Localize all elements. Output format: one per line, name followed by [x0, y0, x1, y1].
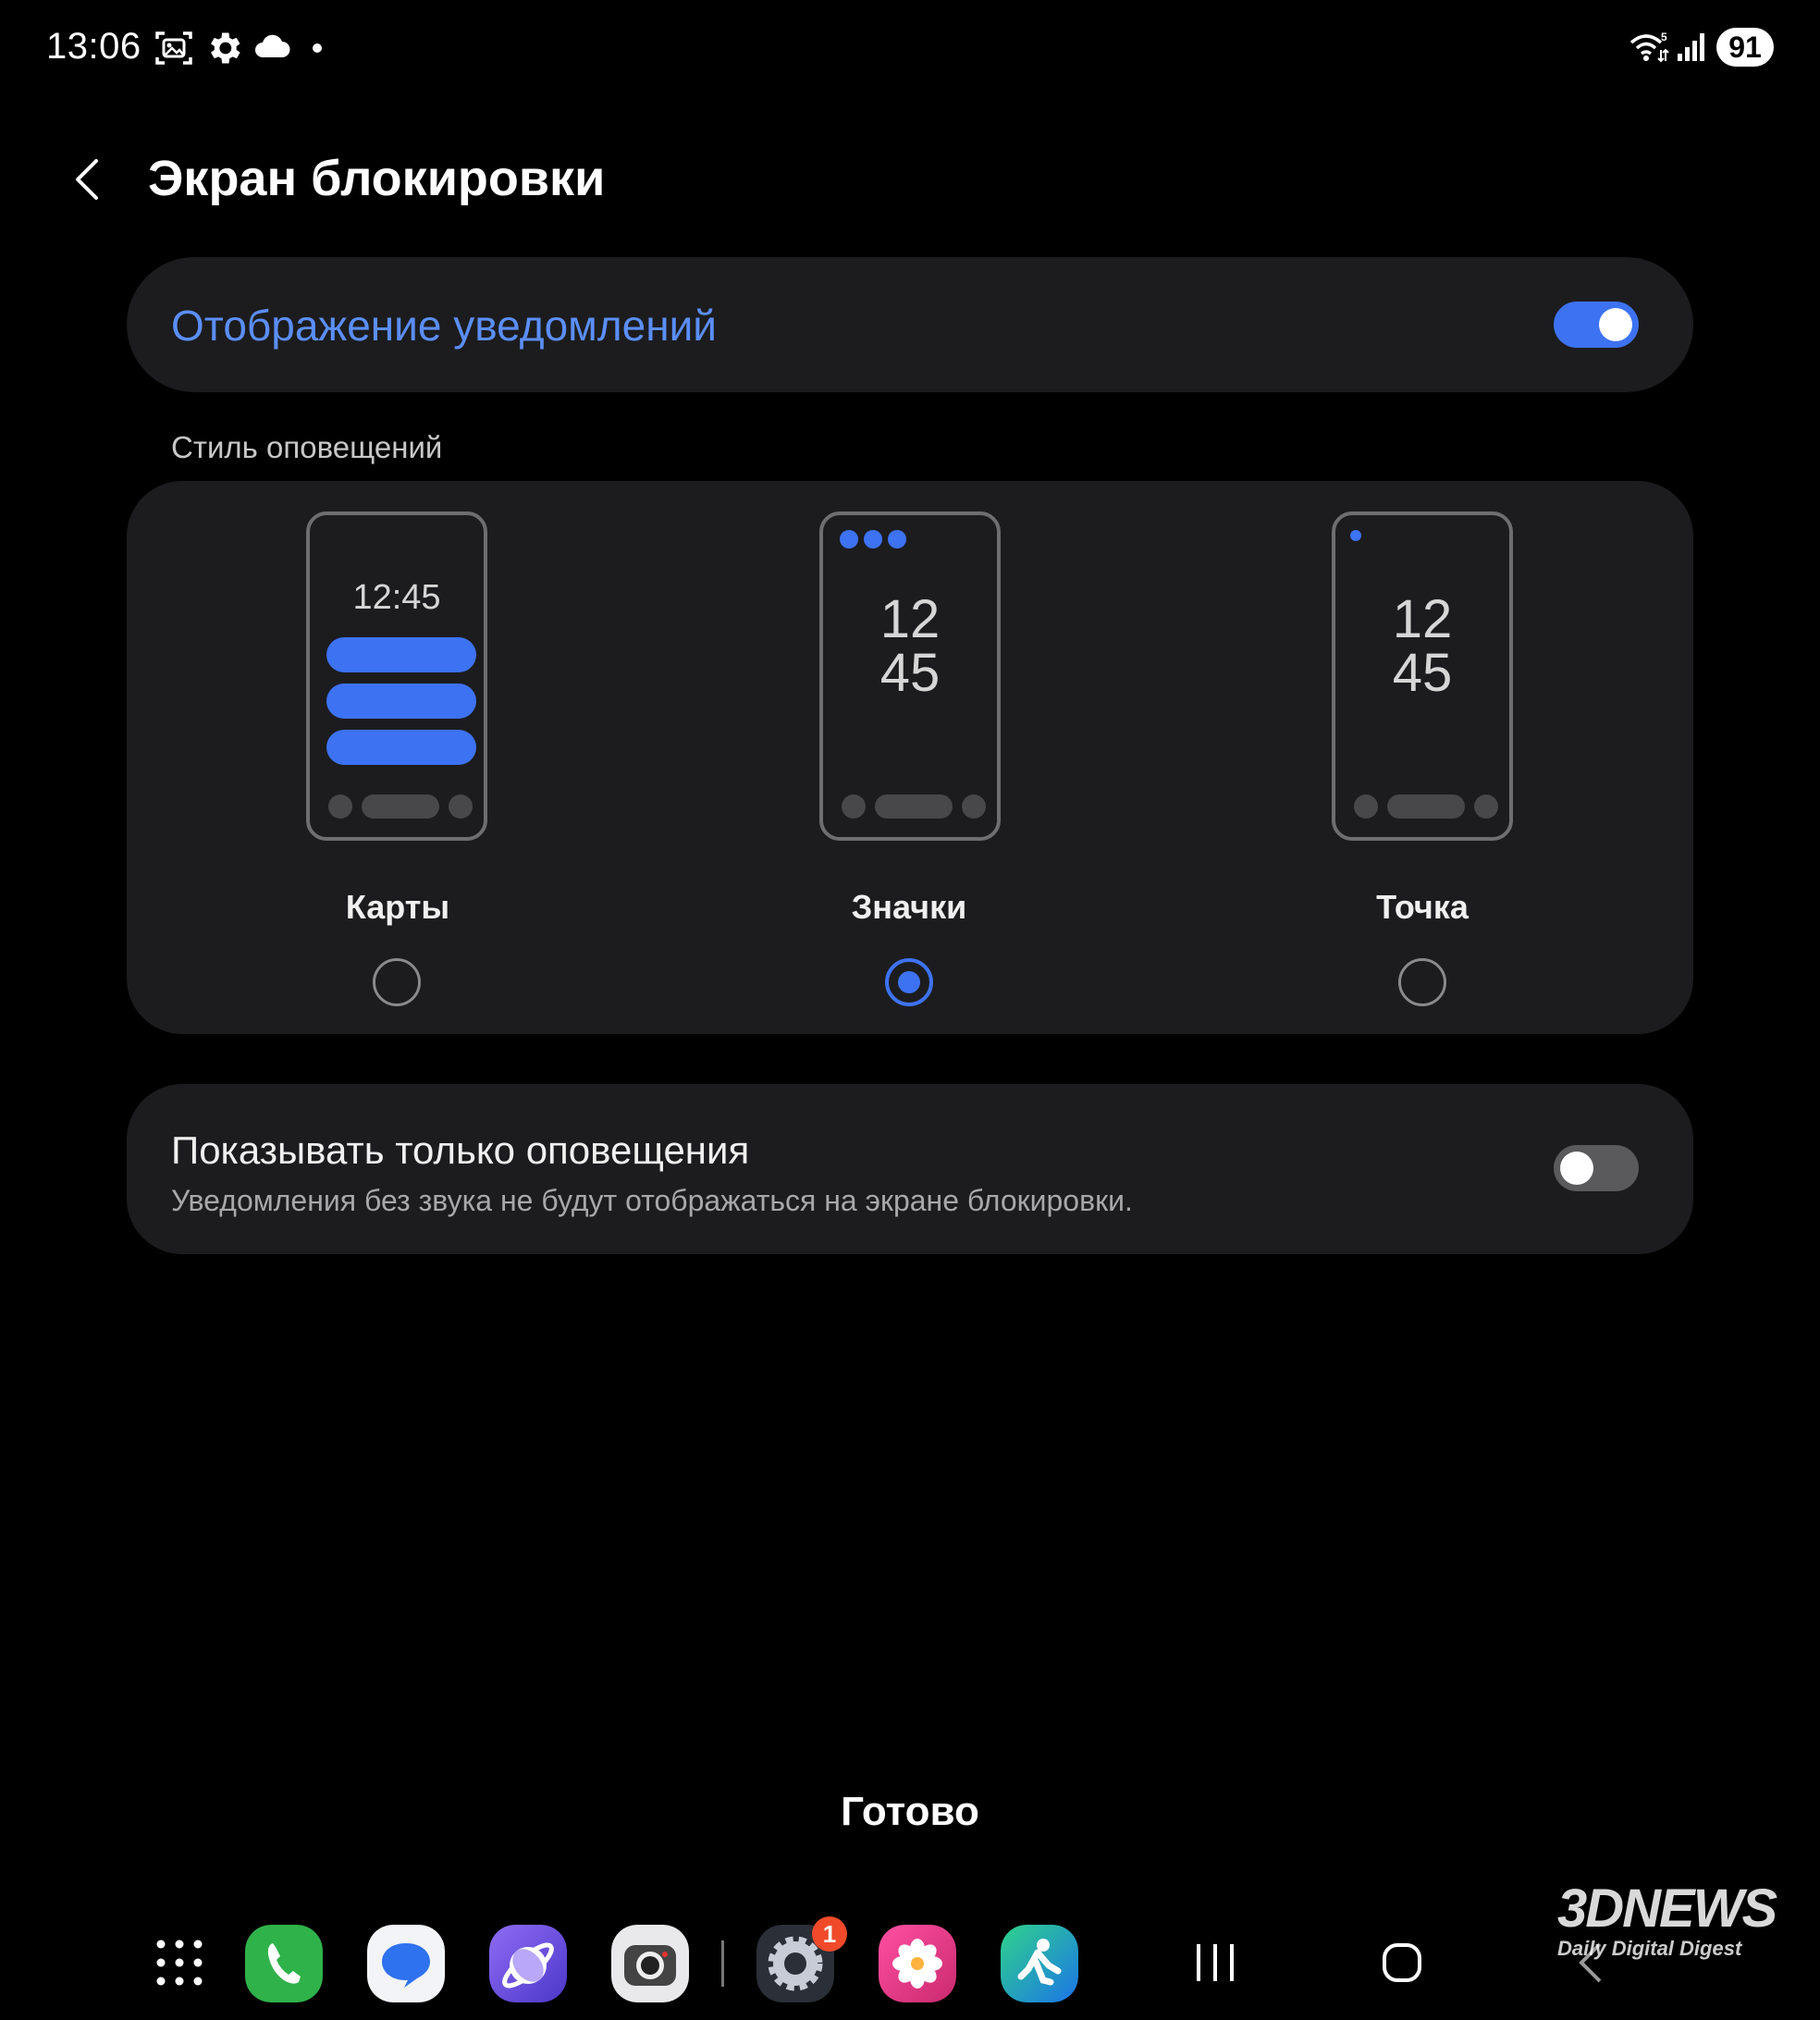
watermark-tagline: Daily Digital Digest	[1557, 1937, 1742, 1960]
style-radio-dot[interactable]	[1398, 958, 1446, 1006]
status-time: 13:06	[46, 26, 141, 67]
preview-card-bar	[326, 637, 476, 672]
notifications-label: Отображение уведомлений	[171, 302, 718, 350]
wifi-icon: 5	[1629, 31, 1669, 63]
preview-single-dot	[1350, 530, 1361, 541]
notification-dot	[313, 43, 322, 53]
page-title: Экран блокировки	[148, 151, 606, 206]
alerts-only-title: Показывать только оповещения	[171, 1128, 750, 1172]
gallery-icon[interactable]	[879, 1925, 956, 2002]
internet-icon[interactable]	[489, 1925, 567, 2002]
preview-nav	[1354, 794, 1498, 819]
svg-text:5: 5	[1661, 31, 1667, 43]
home-button[interactable]	[1382, 1942, 1422, 1983]
preview-icon-dot	[864, 530, 882, 548]
cloud-icon	[255, 34, 290, 57]
phone-icon[interactable]	[245, 1925, 323, 2002]
style-preview-icons[interactable]: 12 45	[819, 511, 1001, 841]
screenshot-icon	[155, 31, 192, 65]
camera-icon[interactable]	[611, 1925, 689, 2002]
preview-card-bar	[326, 684, 476, 719]
apps-grid-icon[interactable]	[155, 1939, 203, 1987]
style-label-icons: Значки	[851, 888, 967, 926]
preview-hours: 12	[879, 589, 941, 649]
recent-apps-button[interactable]	[1193, 1942, 1237, 1983]
preview-icon-dot	[840, 530, 858, 548]
messages-icon[interactable]	[367, 1925, 445, 2002]
preview-card-bar	[326, 730, 476, 765]
settings-badge: 1	[812, 1916, 847, 1952]
preview-icon-dot	[888, 530, 906, 548]
style-radio-icons[interactable]	[885, 958, 933, 1006]
style-preview-dot[interactable]: 12 45	[1332, 511, 1513, 841]
preview-hours: 12	[1392, 589, 1453, 649]
gear-icon	[211, 32, 240, 64]
style-label-dot: Точка	[1376, 888, 1469, 926]
dock-divider	[721, 1940, 724, 1987]
notification-style-heading: Стиль оповещений	[171, 430, 443, 464]
preview-nav	[328, 794, 473, 819]
preview-nav	[842, 794, 986, 819]
preview-time: 12:45	[352, 578, 441, 617]
preview-minutes: 45	[879, 643, 941, 703]
style-preview-cards[interactable]: 12:45	[306, 511, 487, 841]
preview-minutes: 45	[1392, 643, 1453, 703]
done-button[interactable]: Готово	[0, 1789, 1820, 1835]
toggle-knob	[1599, 308, 1632, 341]
style-label-cards: Карты	[345, 888, 450, 926]
battery-indicator: 91	[1716, 28, 1774, 67]
bixby-icon[interactable]	[1001, 1925, 1078, 2002]
toggle-knob	[1560, 1152, 1593, 1185]
signal-icon	[1678, 33, 1704, 61]
alerts-only-subtitle: Уведомления без звука не будут отображат…	[171, 1184, 1133, 1217]
style-radio-cards[interactable]	[373, 958, 421, 1006]
alerts-only-toggle[interactable]	[1554, 1145, 1639, 1191]
watermark-logo: 3DNEWS	[1557, 1878, 1777, 1939]
back-button[interactable]	[65, 155, 113, 203]
notifications-toggle[interactable]	[1554, 302, 1639, 348]
